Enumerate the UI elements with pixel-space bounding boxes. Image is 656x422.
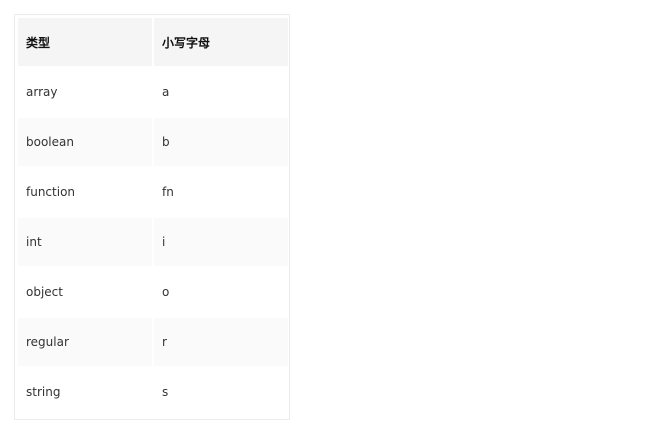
prefix-cell: fn bbox=[154, 168, 288, 216]
type-prefix-table: 类型 小写字母 array a boolean b function fn in… bbox=[16, 16, 290, 418]
prefix-cell: a bbox=[154, 68, 288, 116]
type-cell: string bbox=[18, 368, 152, 416]
prefix-cell: b bbox=[154, 118, 288, 166]
type-cell: int bbox=[18, 218, 152, 266]
table-row: function fn bbox=[18, 168, 288, 216]
type-cell: boolean bbox=[18, 118, 152, 166]
table-row: object o bbox=[18, 268, 288, 316]
prefix-cell: s bbox=[154, 368, 288, 416]
table-row: boolean b bbox=[18, 118, 288, 166]
type-cell: object bbox=[18, 268, 152, 316]
prefix-cell: i bbox=[154, 218, 288, 266]
type-cell: regular bbox=[18, 318, 152, 366]
prefix-cell: r bbox=[154, 318, 288, 366]
prefix-table: 类型 小写字母 array a boolean b function fn in… bbox=[14, 14, 290, 420]
prefix-cell: o bbox=[154, 268, 288, 316]
type-cell: function bbox=[18, 168, 152, 216]
table-row: string s bbox=[18, 368, 288, 416]
header-lowercase-letter: 小写字母 bbox=[154, 18, 288, 66]
header-type: 类型 bbox=[18, 18, 152, 66]
type-cell: array bbox=[18, 68, 152, 116]
table-row: array a bbox=[18, 68, 288, 116]
table-row: int i bbox=[18, 218, 288, 266]
table-row: regular r bbox=[18, 318, 288, 366]
table-header-row: 类型 小写字母 bbox=[18, 18, 288, 66]
